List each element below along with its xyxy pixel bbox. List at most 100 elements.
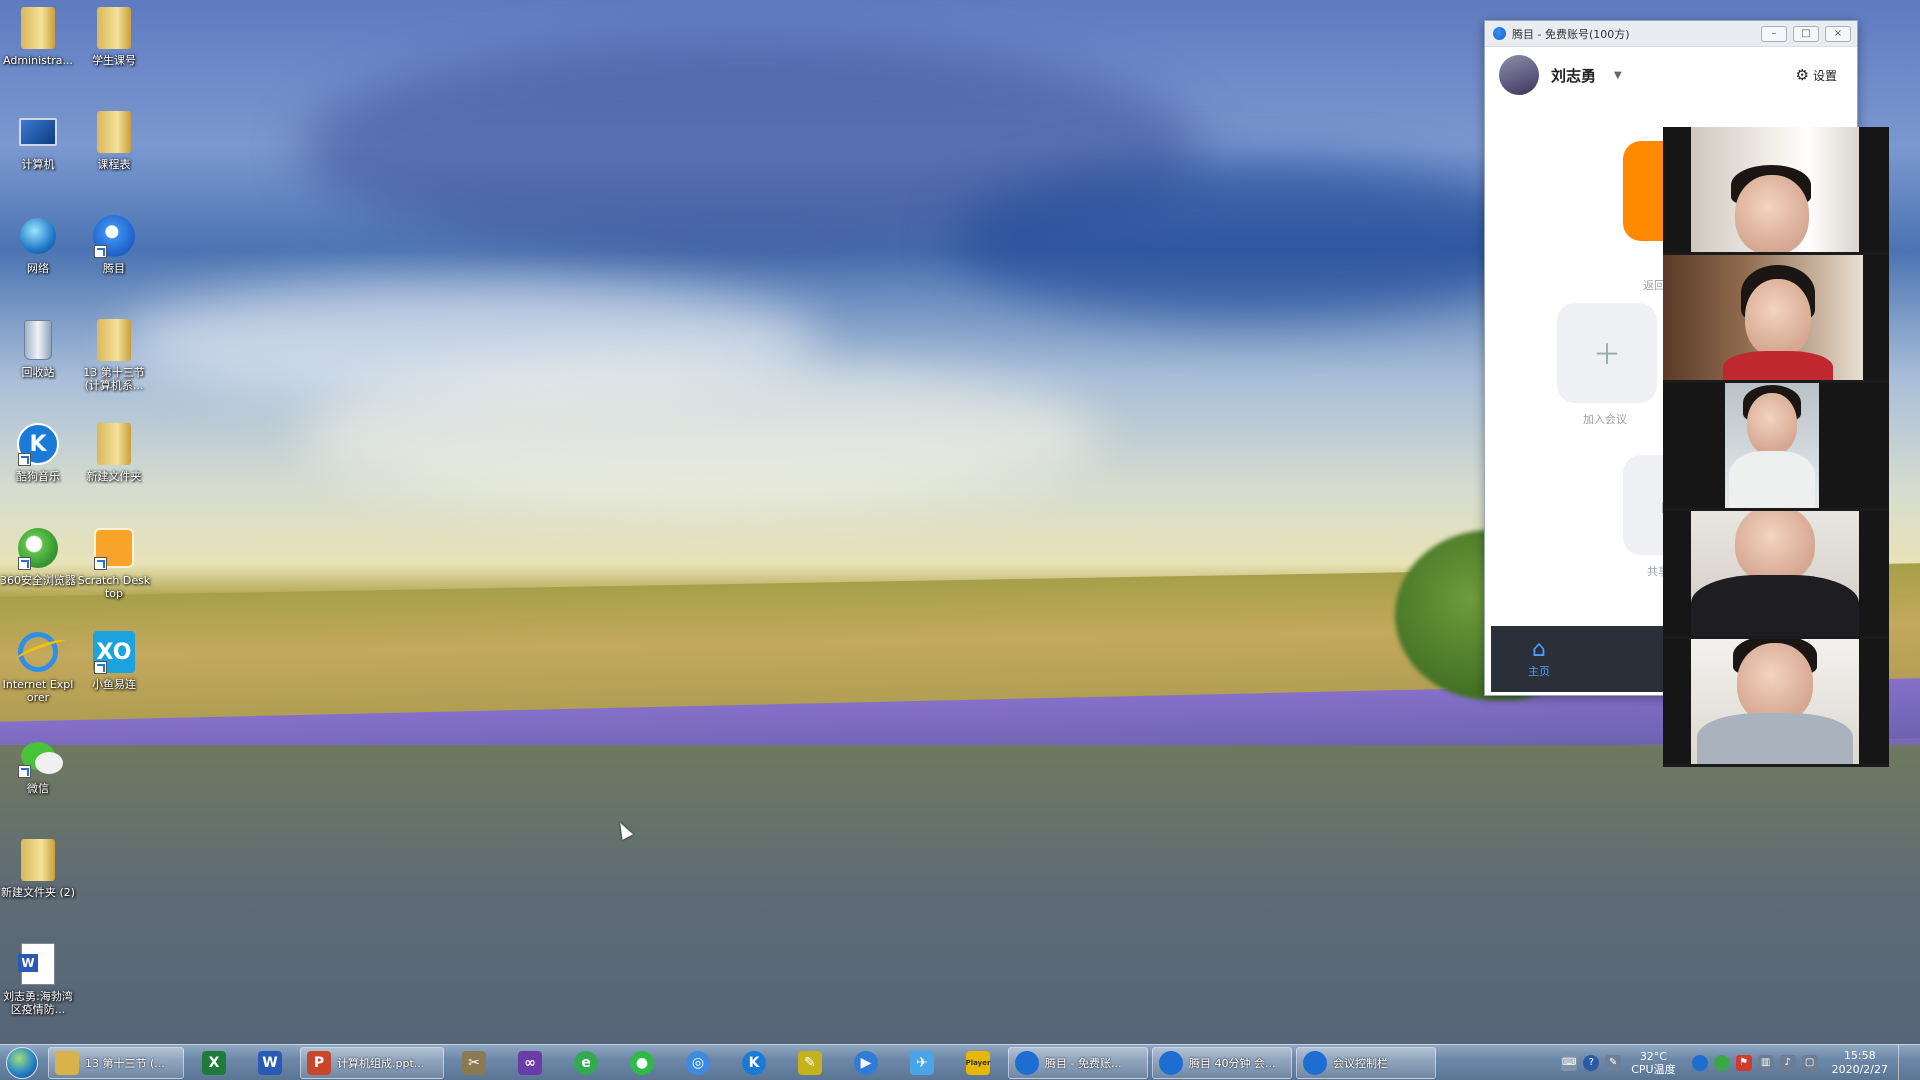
chevron-down-icon[interactable]: ▼ <box>1614 70 1622 81</box>
window-titlebar[interactable]: 腾目 - 免费账号(100方) – □ × <box>1485 21 1857 47</box>
taskbar-item-meeting-controls[interactable]: 会议控制栏 <box>1296 1046 1436 1079</box>
desktop-icon-label: 新建文件夹 <box>86 470 142 483</box>
maximize-button[interactable]: □ <box>1793 25 1819 42</box>
taskbar-item-potplayer[interactable]: Player <box>952 1047 1004 1079</box>
folder-icon <box>16 838 60 882</box>
desktop-icon-label: 刘志勇:海勃湾区疫情防... <box>3 990 73 1016</box>
close-button[interactable]: × <box>1825 25 1851 42</box>
tencent-meeting-icon <box>1159 1050 1183 1075</box>
tab-home[interactable]: ⌂ 主页 <box>1491 626 1587 692</box>
shortcut-arrow-icon <box>18 765 31 778</box>
taskbar-item-label: 会议控制栏 <box>1333 1056 1388 1070</box>
visual-studio-icon: ∞ <box>518 1050 542 1075</box>
taskbar-item-excel[interactable]: X <box>188 1047 240 1079</box>
excel-icon: X <box>202 1050 226 1075</box>
shortcut-arrow-icon <box>94 245 107 258</box>
desktop-icon-xiaoyu[interactable]: XO 小鱼易连 <box>76 630 152 691</box>
taskbar-item-feige[interactable]: ✈ <box>896 1047 948 1079</box>
tencent-meeting-icon <box>1303 1050 1327 1075</box>
powerpoint-icon: P <box>307 1050 331 1075</box>
tencent-meeting-icon <box>1493 27 1506 40</box>
taskbar-item-360-browser[interactable]: e <box>560 1047 612 1079</box>
avatar[interactable] <box>1499 55 1539 95</box>
start-button[interactable] <box>0 1045 44 1080</box>
taskbar-item-tools[interactable]: ✂ <box>448 1047 500 1079</box>
video-tile-participant-2[interactable] <box>1663 255 1889 380</box>
360-browser-icon <box>16 526 60 570</box>
network-icon <box>16 214 60 258</box>
taskbar-item-wechat[interactable]: ● <box>616 1047 668 1079</box>
desktop-icon-student-folder[interactable]: 学生课号 <box>76 6 152 67</box>
help-icon[interactable]: ? <box>1583 1054 1600 1071</box>
taskbar-item-word[interactable]: W <box>244 1047 296 1079</box>
user-name[interactable]: 刘志勇 <box>1551 65 1596 86</box>
taskbar-item-writing-app[interactable]: ✎ <box>784 1047 836 1079</box>
keyboard-icon[interactable]: ⌨ <box>1561 1054 1578 1071</box>
video-tile-participant-1[interactable] <box>1663 127 1889 252</box>
cloud <box>300 360 1100 510</box>
kugou-icon: K <box>16 422 60 466</box>
taskbar-item-meeting-session[interactable]: 腾目 40分钟 会... <box>1152 1046 1292 1079</box>
settings-label: 设置 <box>1812 68 1837 83</box>
desktop-icon-computer[interactable]: 计算机 <box>0 110 76 171</box>
shortcut-arrow-icon <box>18 557 31 570</box>
desktop-icon-lesson13-folder[interactable]: 13 第十三节(计算机系... <box>76 318 152 392</box>
folder-icon <box>92 422 136 466</box>
taskbar-item-powerpoint[interactable]: P 计算机组成.ppt... <box>300 1046 444 1079</box>
join-meeting-button[interactable]: ＋ <box>1557 303 1657 403</box>
video-tile-participant-5[interactable] <box>1663 639 1889 764</box>
desktop-icon-new-folder-2[interactable]: 新建文件夹 (2) <box>0 838 76 899</box>
shortcut-arrow-icon <box>94 661 107 674</box>
taskbar-item-baidu-netdisk[interactable]: ◎ <box>672 1047 724 1079</box>
desktop-icon-kugou-music[interactable]: K 酷狗音乐 <box>0 422 76 483</box>
system-clock[interactable]: 15:58 2020/2/27 <box>1832 1049 1888 1077</box>
video-tile-participant-4[interactable] <box>1663 511 1889 636</box>
minimize-button[interactable]: – <box>1761 25 1787 42</box>
taskbar-item-media-player[interactable]: ▶ <box>840 1047 892 1079</box>
desktop-icon-label: 13 第十三节(计算机系... <box>83 366 145 392</box>
tencent-meeting-icon[interactable] <box>1691 1054 1708 1071</box>
recycle-bin-icon <box>16 318 60 362</box>
desktop-icon-wechat[interactable]: 微信 <box>0 734 76 795</box>
xiaoyu-icon: XO <box>92 630 136 674</box>
show-desktop-button[interactable] <box>1898 1044 1912 1080</box>
360-security-icon[interactable] <box>1713 1054 1730 1071</box>
settings-button[interactable]: ⚙ 设置 <box>1796 66 1837 84</box>
taskbar-item-label: 腾目 40分钟 会... <box>1189 1056 1276 1070</box>
windows-logo-icon <box>6 1046 38 1079</box>
desktop-icon-network[interactable]: 网络 <box>0 214 76 275</box>
desktop-icon-new-folder[interactable]: 新建文件夹 <box>76 422 152 483</box>
gear-icon: ⚙ <box>1795 66 1809 84</box>
desktop-icon-label: 计算机 <box>21 158 55 171</box>
taskbar-item-kugou[interactable]: K <box>728 1047 780 1079</box>
desktop-icon-recycle-bin[interactable]: 回收站 <box>0 318 76 379</box>
network-icon[interactable]: ▥ <box>1757 1054 1774 1071</box>
desktop-icon-internet-explorer[interactable]: Internet Explorer <box>0 630 76 704</box>
video-tile-participant-3[interactable] <box>1663 383 1889 508</box>
desktop-icon-360-browser[interactable]: 360安全浏览器 <box>0 526 76 587</box>
taskbar-item-visual-studio[interactable]: ∞ <box>504 1047 556 1079</box>
lavender-field <box>0 745 1920 1044</box>
tab-home-label: 主页 <box>1528 665 1550 678</box>
clock-time: 15:58 <box>1843 1048 1876 1062</box>
desktop-icon-label: 回收站 <box>21 366 55 379</box>
baidu-netdisk-icon: ◎ <box>686 1050 710 1075</box>
desktop-icon-scratch-desktop[interactable]: Scratch Desktop <box>76 526 152 600</box>
desktop-icon-schedule-folder[interactable]: 课程表 <box>76 110 152 171</box>
taskbar-item-meeting-main[interactable]: 腾目 - 免费账... <box>1008 1046 1148 1079</box>
taskbar: 13 第十三节 (... X W P 计算机组成.ppt... ✂ ∞ e ● … <box>0 1044 1920 1080</box>
desktop-icon-administrator[interactable]: Administra... <box>0 6 76 67</box>
taskbar-item-folder-lesson13[interactable]: 13 第十三节 (... <box>48 1046 184 1079</box>
folder-icon <box>55 1050 79 1075</box>
desktop-icon-word-document[interactable]: W 刘志勇:海勃湾区疫情防... <box>0 942 76 1016</box>
shortcut-arrow-icon <box>18 453 31 466</box>
action-center-icon[interactable]: ▢ <box>1801 1054 1818 1071</box>
desktop-icon-label: 360安全浏览器 <box>0 574 76 587</box>
folder-icon <box>92 110 136 154</box>
flag-icon[interactable]: ⚑ <box>1735 1054 1752 1071</box>
cpu-temperature-value: 32°C <box>1639 1049 1667 1063</box>
pen-icon[interactable]: ✎ <box>1605 1054 1622 1071</box>
cpu-temperature[interactable]: 32°C CPU温度 <box>1631 1050 1675 1076</box>
volume-icon[interactable]: ♪ <box>1779 1054 1796 1071</box>
desktop-icon-tencent-meeting[interactable]: 腾目 <box>76 214 152 275</box>
